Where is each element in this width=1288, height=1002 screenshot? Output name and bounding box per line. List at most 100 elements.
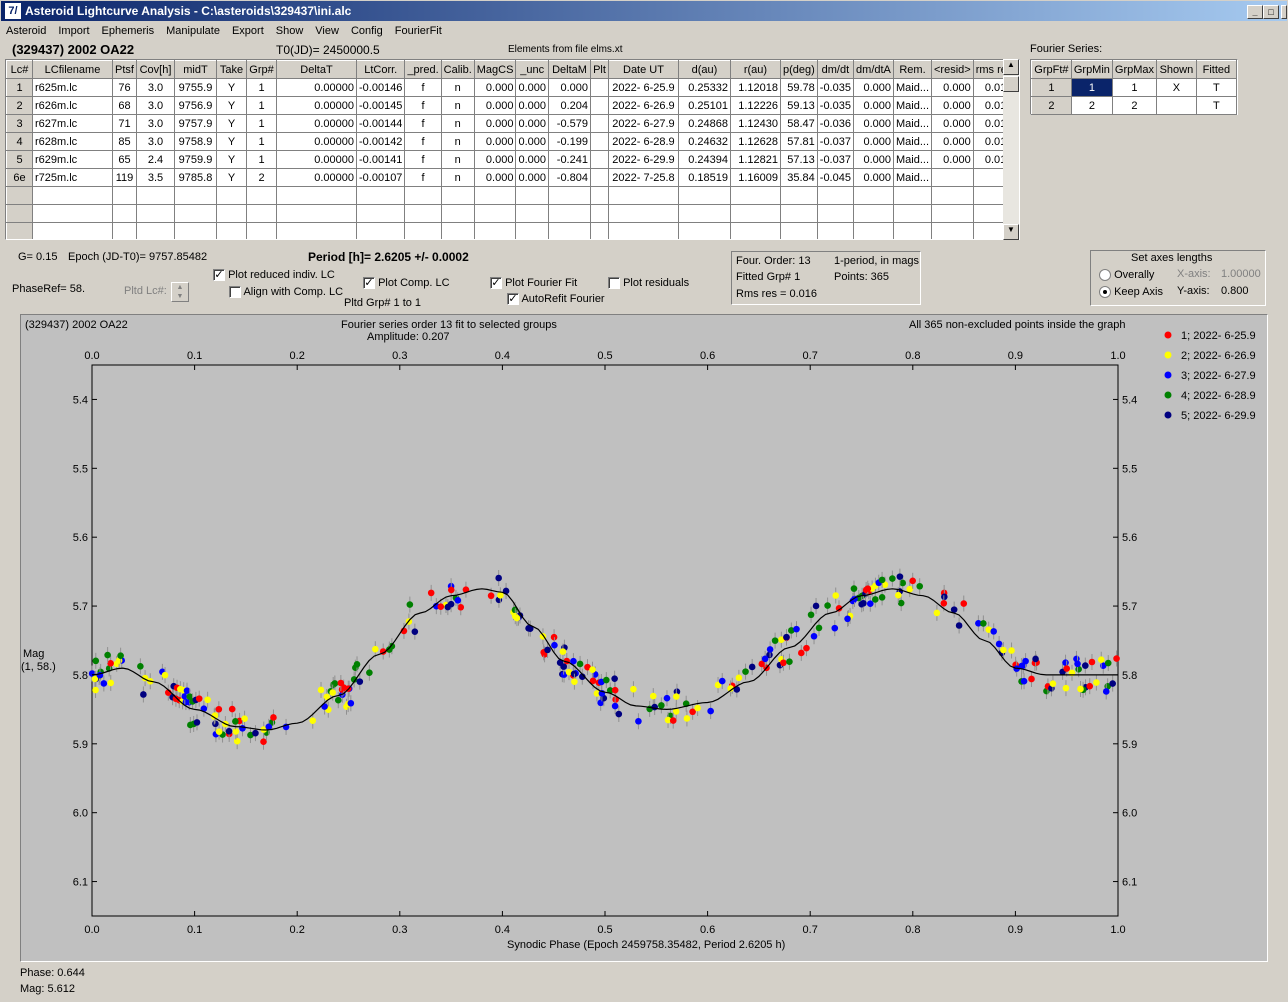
table-cell[interactable]: 9755.9 bbox=[174, 78, 217, 97]
table-cell[interactable] bbox=[440, 186, 475, 205]
table-cell[interactable]: Y bbox=[216, 96, 247, 115]
table-cell[interactable]: 0.24868 bbox=[677, 114, 731, 133]
table-cell[interactable]: -0.804 bbox=[547, 168, 591, 187]
table-cell[interactable]: 1.16009 bbox=[729, 168, 781, 187]
table-cell[interactable]: f bbox=[404, 114, 442, 133]
table-cell[interactable]: r626m.lc bbox=[32, 96, 113, 115]
table-cell[interactable] bbox=[892, 222, 933, 239]
col-header[interactable]: _pred. bbox=[404, 60, 442, 79]
table-cell[interactable]: 0.000 bbox=[547, 78, 591, 97]
empty-row[interactable] bbox=[6, 204, 1016, 223]
fourier-col-header[interactable]: GrpFt# bbox=[1031, 60, 1072, 79]
fourier-col-header[interactable]: GrpMax bbox=[1111, 60, 1158, 79]
fourier-cell[interactable]: T bbox=[1195, 78, 1238, 97]
overally-radio[interactable]: Overally bbox=[1099, 269, 1154, 282]
table-cell[interactable]: f bbox=[404, 168, 442, 187]
table-cell[interactable]: -0.00146 bbox=[355, 78, 406, 97]
table-cell[interactable] bbox=[816, 222, 854, 239]
table-cell[interactable]: 0.000 bbox=[931, 96, 974, 115]
table-cell[interactable]: 0.000 bbox=[931, 114, 974, 133]
table-cell[interactable] bbox=[607, 204, 679, 223]
col-header[interactable]: dm/dtA bbox=[852, 60, 894, 79]
table-cell[interactable] bbox=[931, 186, 974, 205]
menu-view[interactable]: View bbox=[309, 23, 345, 41]
table-cell[interactable]: n bbox=[440, 168, 475, 187]
table-cell[interactable]: 0.000 bbox=[473, 78, 517, 97]
menu-ephemeris[interactable]: Ephemeris bbox=[96, 23, 161, 41]
table-cell[interactable]: 2022- 6-29.9 bbox=[607, 150, 679, 169]
table-cell[interactable] bbox=[6, 204, 33, 223]
table-cell[interactable]: 0.000 bbox=[852, 78, 894, 97]
table-cell[interactable]: -0.00141 bbox=[355, 150, 406, 169]
table-cell[interactable] bbox=[32, 204, 113, 223]
table-cell[interactable]: f bbox=[404, 96, 442, 115]
table-row[interactable]: 6e r725m.lc 119 3.5 9785.8 Y 2 0.00000 -0.00107 f… bbox=[6, 168, 1016, 187]
table-cell[interactable]: r629m.lc bbox=[32, 150, 113, 169]
table-cell[interactable] bbox=[547, 204, 591, 223]
fourier-cell[interactable]: 2 bbox=[1111, 96, 1158, 115]
table-cell[interactable]: 0.000 bbox=[515, 96, 549, 115]
table-cell[interactable]: 6e bbox=[6, 168, 33, 187]
table-cell[interactable]: 0.000 bbox=[473, 96, 517, 115]
table-cell[interactable] bbox=[404, 186, 442, 205]
table-cell[interactable] bbox=[677, 204, 731, 223]
menu-import[interactable]: Import bbox=[52, 23, 95, 41]
table-cell[interactable] bbox=[677, 222, 731, 239]
table-cell[interactable]: 1.12628 bbox=[729, 132, 781, 151]
table-cell[interactable]: 2022- 7-25.8 bbox=[607, 168, 679, 187]
table-cell[interactable] bbox=[852, 186, 894, 205]
table-cell[interactable] bbox=[852, 222, 894, 239]
table-cell[interactable] bbox=[515, 186, 549, 205]
table-cell[interactable] bbox=[174, 222, 217, 239]
col-header[interactable]: Take bbox=[216, 60, 247, 79]
table-cell[interactable] bbox=[816, 204, 854, 223]
table-cell[interactable] bbox=[6, 222, 33, 239]
table-cell[interactable]: -0.045 bbox=[816, 168, 854, 187]
fourier-row[interactable]: 222T bbox=[1031, 96, 1238, 115]
table-cell[interactable]: 1 bbox=[246, 150, 277, 169]
table-cell[interactable] bbox=[112, 222, 137, 239]
autorefit-checkbox[interactable]: ✓ AutoRefit Fourier bbox=[507, 293, 605, 306]
table-cell[interactable]: -0.035 bbox=[816, 96, 854, 115]
table-cell[interactable]: 35.84 bbox=[779, 168, 818, 187]
table-cell[interactable]: 2 bbox=[246, 168, 277, 187]
table-cell[interactable]: Y bbox=[216, 168, 247, 187]
table-cell[interactable] bbox=[355, 186, 406, 205]
table-cell[interactable]: 0.000 bbox=[931, 78, 974, 97]
table-cell[interactable]: 9758.9 bbox=[174, 132, 217, 151]
table-cell[interactable] bbox=[32, 186, 113, 205]
fourier-cell[interactable]: 1 bbox=[1070, 78, 1113, 97]
table-cell[interactable]: 0.24394 bbox=[677, 150, 731, 169]
table-cell[interactable] bbox=[589, 132, 609, 151]
table-cell[interactable]: 71 bbox=[112, 114, 137, 133]
table-cell[interactable]: 0.204 bbox=[547, 96, 591, 115]
table-cell[interactable] bbox=[779, 222, 818, 239]
table-cell[interactable]: n bbox=[440, 132, 475, 151]
y-axis-value[interactable]: 0.800 bbox=[1221, 285, 1249, 297]
table-cell[interactable]: 9759.9 bbox=[174, 150, 217, 169]
col-header[interactable]: <resid> bbox=[931, 60, 974, 79]
table-cell[interactable]: Maid... bbox=[892, 114, 933, 133]
plot-fourier-checkbox[interactable]: ✓ Plot Fourier Fit bbox=[490, 277, 577, 290]
table-cell[interactable]: 4 bbox=[6, 132, 33, 151]
table-cell[interactable] bbox=[729, 222, 781, 239]
fourier-row[interactable]: 111XT bbox=[1031, 78, 1238, 97]
table-cell[interactable] bbox=[515, 222, 549, 239]
menu-manipulate[interactable]: Manipulate bbox=[160, 23, 226, 41]
table-cell[interactable]: 9757.9 bbox=[174, 114, 217, 133]
table-cell[interactable]: -0.00107 bbox=[355, 168, 406, 187]
table-cell[interactable]: 65 bbox=[112, 150, 137, 169]
fourier-col-header[interactable]: GrpMin bbox=[1070, 60, 1113, 79]
table-cell[interactable]: 3.0 bbox=[136, 132, 175, 151]
table-cell[interactable]: 0.000 bbox=[473, 132, 517, 151]
table-cell[interactable] bbox=[589, 186, 609, 205]
table-row[interactable]: 2 r626m.lc 68 3.0 9756.9 Y 1 0.00000 -0.00145 f n 0… bbox=[6, 96, 1016, 115]
table-cell[interactable]: 0.18519 bbox=[677, 168, 731, 187]
table-cell[interactable]: 2022- 6-27.9 bbox=[607, 114, 679, 133]
table-cell[interactable] bbox=[355, 222, 406, 239]
table-cell[interactable]: 0.000 bbox=[473, 168, 517, 187]
table-cell[interactable]: Maid... bbox=[892, 96, 933, 115]
maximize-button[interactable]: □ bbox=[1263, 5, 1279, 19]
table-cell[interactable]: n bbox=[440, 150, 475, 169]
table-cell[interactable] bbox=[816, 186, 854, 205]
